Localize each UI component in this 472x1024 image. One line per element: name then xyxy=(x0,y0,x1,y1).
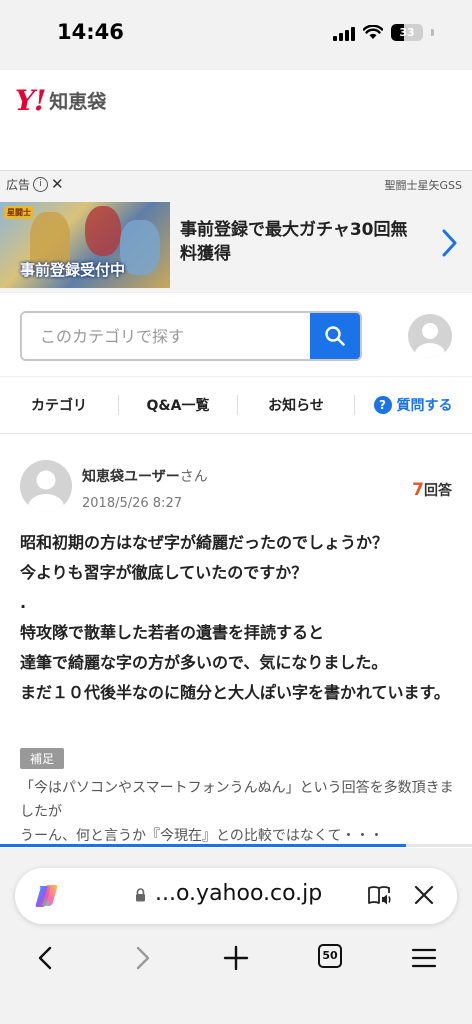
page-load-progress-fill xyxy=(0,844,406,847)
nav-qa-list-label: Q&A一覧 xyxy=(146,398,210,414)
questioner-name[interactable]: 知恵袋ユーザーさん xyxy=(82,466,208,486)
ask-question-label: 質問する xyxy=(396,398,453,414)
address-bar[interactable]: ...o.yahoo.co.jp xyxy=(15,868,457,924)
supplement-badge: 補足 xyxy=(20,748,65,769)
search-box xyxy=(20,311,362,361)
ad-banner[interactable]: 星闘士 事前登録受付中 事前登録で最大ガチャ30回無料獲得 xyxy=(0,196,472,292)
close-icon[interactable] xyxy=(413,884,435,906)
honorific: さん xyxy=(179,469,208,485)
status-icons: 33 xyxy=(333,24,434,41)
search-icon xyxy=(325,326,345,346)
status-bar: 14:46 33 xyxy=(0,0,472,70)
search-button[interactable] xyxy=(310,313,360,359)
site-header: Y! 知恵袋 xyxy=(0,70,472,170)
questioner-avatar[interactable] xyxy=(20,460,72,512)
nav-news[interactable]: お知らせ xyxy=(238,395,354,415)
yahoo-chiebukuro-logo[interactable]: Y! 知恵袋 xyxy=(15,84,106,117)
logo-text: 知恵袋 xyxy=(49,91,107,113)
category-nav: カテゴリ Q&A一覧 お知らせ ? 質問する xyxy=(0,376,472,434)
answer-count-label: 回答 xyxy=(424,483,452,499)
ad-close-icon[interactable]: ✕ xyxy=(51,175,64,193)
nav-news-label: お知らせ xyxy=(268,398,324,414)
ad-title[interactable]: 事前登録で最大ガチャ30回無料獲得 xyxy=(180,218,420,266)
page-load-progress xyxy=(0,844,472,847)
ad-image-badge: 星闘士 xyxy=(4,206,34,219)
nav-category[interactable]: カテゴリ xyxy=(0,395,118,415)
answer-count[interactable]: 7回答 xyxy=(412,480,452,500)
supplement-text: 「今はパソコンやスマートフォンうんぬん」という回答を多数頂きましたが うーん、何… xyxy=(20,780,454,844)
tabs-count: 50 xyxy=(318,944,342,968)
browser-nav-toolbar: 50 xyxy=(0,938,472,978)
ad-image-caption: 事前登録受付中 xyxy=(20,261,126,279)
ad-label-row: 広告 i ✕ 聖闘士星矢GSS xyxy=(0,170,472,196)
ad-label-text: 広告 xyxy=(6,177,31,192)
menu-icon[interactable] xyxy=(410,944,438,972)
question-body: 昭和初期の方はなぜ字が綺麗だったのでしょうか？ 今よりも習字が徹底していたのです… xyxy=(20,533,450,702)
lock-icon xyxy=(136,888,145,902)
browser-toolbar: ...o.yahoo.co.jp 50 xyxy=(0,848,472,1024)
copilot-icon[interactable] xyxy=(33,882,61,910)
ask-question-button[interactable]: ? 質問する xyxy=(355,395,471,415)
user-avatar-icon xyxy=(415,323,445,358)
questioner-name-text: 知恵袋ユーザー xyxy=(82,469,180,485)
question-card: 知恵袋ユーザーさん 2018/5/26 8:27 7回答 昭和初期の方はなぜ字が… xyxy=(0,434,472,848)
user-avatar[interactable] xyxy=(408,314,452,358)
forward-icon[interactable] xyxy=(128,944,156,972)
question-mark-icon: ? xyxy=(373,396,392,414)
ad-info-icon[interactable]: i xyxy=(33,176,49,192)
battery-level: 33 xyxy=(399,26,415,39)
chevron-right-icon[interactable] xyxy=(440,228,458,258)
cellular-signal-icon xyxy=(333,25,355,41)
back-icon[interactable] xyxy=(32,944,60,972)
nav-qa-list[interactable]: Q&A一覧 xyxy=(119,395,237,415)
ad-sponsor: 聖闘士星矢GSS xyxy=(384,179,463,192)
ad-image[interactable]: 星闘士 事前登録受付中 xyxy=(0,202,170,288)
answer-count-number: 7 xyxy=(412,480,424,500)
user-avatar-icon xyxy=(28,470,64,512)
battery-icon: 33 xyxy=(391,24,423,41)
nav-category-label: カテゴリ xyxy=(31,398,87,414)
reader-mode-icon[interactable] xyxy=(367,884,393,908)
status-time: 14:46 xyxy=(57,20,124,44)
url-text[interactable]: ...o.yahoo.co.jp xyxy=(155,881,322,906)
search-input[interactable] xyxy=(22,313,310,359)
logo-mark: Y! xyxy=(15,84,46,117)
question-date: 2018/5/26 8:27 xyxy=(82,496,182,511)
search-row xyxy=(0,292,472,376)
ad-label: 広告 i ✕ xyxy=(6,175,64,193)
new-tab-icon[interactable] xyxy=(222,944,250,972)
wifi-icon xyxy=(363,25,383,39)
tabs-button[interactable]: 50 xyxy=(318,944,346,972)
